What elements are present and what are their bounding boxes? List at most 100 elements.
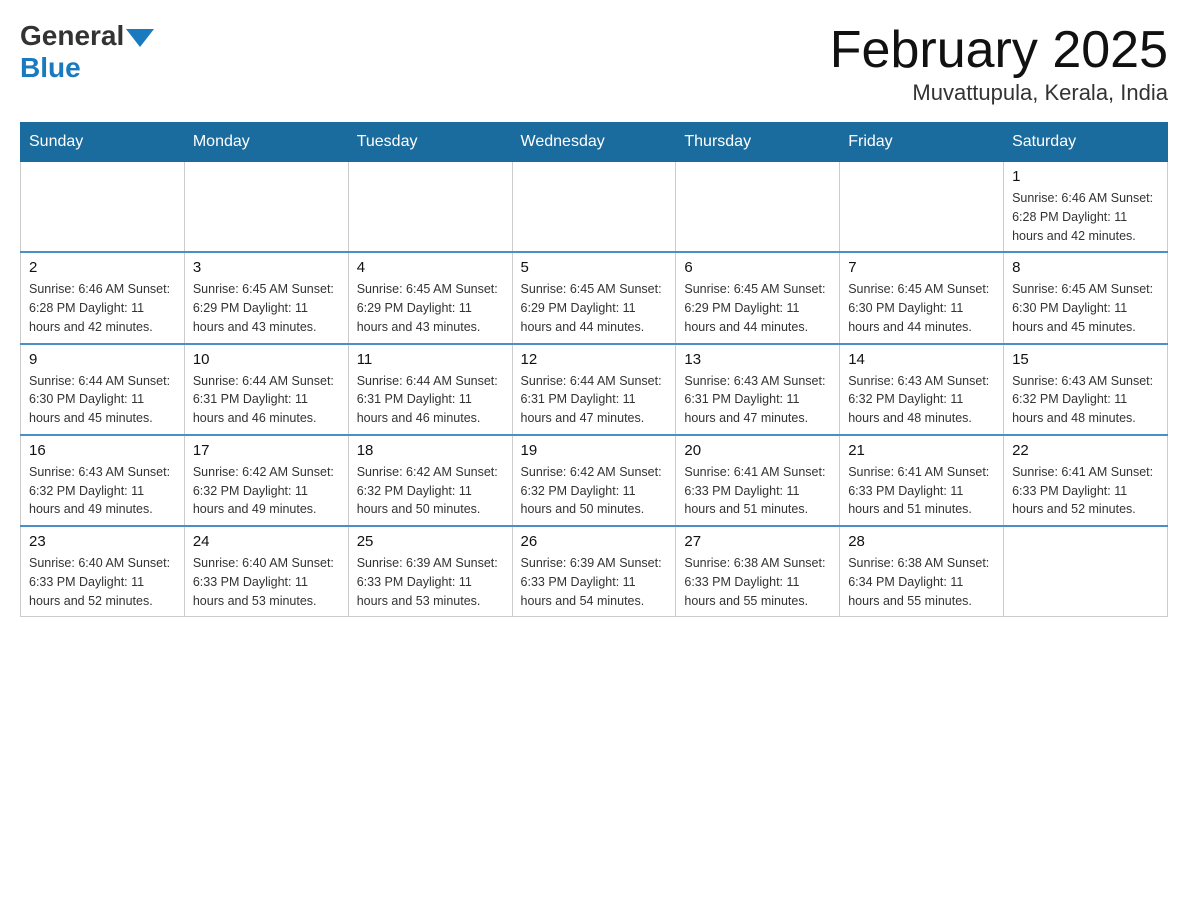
day-info: Sunrise: 6:45 AM Sunset: 6:30 PM Dayligh… <box>848 280 995 336</box>
calendar-header-row: SundayMondayTuesdayWednesdayThursdayFrid… <box>21 123 1168 162</box>
calendar-day-cell: 17Sunrise: 6:42 AM Sunset: 6:32 PM Dayli… <box>184 435 348 526</box>
day-info: Sunrise: 6:38 AM Sunset: 6:33 PM Dayligh… <box>684 554 831 610</box>
day-info: Sunrise: 6:45 AM Sunset: 6:29 PM Dayligh… <box>357 280 504 336</box>
day-header-sunday: Sunday <box>21 123 185 162</box>
calendar-day-cell: 9 Sunrise: 6:44 AM Sunset: 6:30 PM Daylig… <box>21 344 185 435</box>
day-number: 20 <box>684 442 831 459</box>
calendar-day-cell: 13 Sunrise: 6:43 AM Sunset: 6:31 PM Dayli… <box>676 344 840 435</box>
location-title: Muvattupula, Kerala, India <box>830 80 1168 106</box>
day-info: Sunrise: 6:44 AM Sunset: 6:30 PM Dayligh… <box>29 372 176 428</box>
day-info: Sunrise: 6:39 AM Sunset: 6:33 PM Dayligh… <box>357 554 504 610</box>
day-info: Sunrise: 6:42 AM Sunset: 6:32 PM Dayligh… <box>357 463 504 519</box>
day-number: 19 <box>521 442 668 459</box>
calendar-day-cell: 3 Sunrise: 6:45 AM Sunset: 6:29 PM Daylig… <box>184 252 348 343</box>
day-number: 1 <box>1012 168 1159 185</box>
calendar-day-cell: 18 Sunrise: 6:42 AM Sunset: 6:32 PM Dayli… <box>348 435 512 526</box>
calendar-day-cell <box>21 162 185 253</box>
calendar-day-cell <box>348 162 512 253</box>
day-number: 10 <box>193 351 340 368</box>
day-number: 5 <box>521 259 668 276</box>
calendar-day-cell: 21 Sunrise: 6:41 AM Sunset: 6:33 PM Dayli… <box>840 435 1004 526</box>
day-number: 8 <box>1012 259 1159 276</box>
day-number: 7 <box>848 259 995 276</box>
calendar-day-cell: 1Sunrise: 6:46 AM Sunset: 6:28 PM Daylig… <box>1004 162 1168 253</box>
calendar-day-cell <box>512 162 676 253</box>
calendar-day-cell: 26Sunrise: 6:39 AM Sunset: 6:33 PM Dayli… <box>512 526 676 617</box>
day-info: Sunrise: 6:45 AM Sunset: 6:30 PM Dayligh… <box>1012 280 1159 336</box>
page-header: General Blue February 2025 Muvattupula, … <box>20 20 1168 106</box>
day-info: Sunrise: 6:45 AM Sunset: 6:29 PM Dayligh… <box>193 280 340 336</box>
day-number: 28 <box>848 533 995 550</box>
day-number: 2 <box>29 259 176 276</box>
day-info: Sunrise: 6:41 AM Sunset: 6:33 PM Dayligh… <box>1012 463 1159 519</box>
calendar-day-cell: 15 Sunrise: 6:43 AM Sunset: 6:32 PM Dayli… <box>1004 344 1168 435</box>
day-header-tuesday: Tuesday <box>348 123 512 162</box>
calendar-day-cell: 22 Sunrise: 6:41 AM Sunset: 6:33 PM Dayli… <box>1004 435 1168 526</box>
calendar-day-cell: 7 Sunrise: 6:45 AM Sunset: 6:30 PM Daylig… <box>840 252 1004 343</box>
calendar-day-cell: 27 Sunrise: 6:38 AM Sunset: 6:33 PM Dayli… <box>676 526 840 617</box>
day-info: Sunrise: 6:43 AM Sunset: 6:32 PM Dayligh… <box>29 463 176 519</box>
calendar-day-cell: 19 Sunrise: 6:42 AM Sunset: 6:32 PM Dayli… <box>512 435 676 526</box>
day-info: Sunrise: 6:43 AM Sunset: 6:32 PM Dayligh… <box>848 372 995 428</box>
day-number: 27 <box>684 533 831 550</box>
day-number: 25 <box>357 533 504 550</box>
calendar-day-cell: 6 Sunrise: 6:45 AM Sunset: 6:29 PM Daylig… <box>676 252 840 343</box>
day-number: 15 <box>1012 351 1159 368</box>
day-number: 11 <box>357 351 504 368</box>
day-info: Sunrise: 6:42 AM Sunset: 6:32 PM Dayligh… <box>521 463 668 519</box>
day-number: 24 <box>193 533 340 550</box>
day-number: 3 <box>193 259 340 276</box>
day-info: Sunrise: 6:45 AM Sunset: 6:29 PM Dayligh… <box>684 280 831 336</box>
day-number: 4 <box>357 259 504 276</box>
title-section: February 2025 Muvattupula, Kerala, India <box>830 20 1168 106</box>
day-number: 9 <box>29 351 176 368</box>
logo-triangle-icon <box>126 29 154 47</box>
calendar-day-cell: 28 Sunrise: 6:38 AM Sunset: 6:34 PM Dayli… <box>840 526 1004 617</box>
calendar-week-row: 23Sunrise: 6:40 AM Sunset: 6:33 PM Dayli… <box>21 526 1168 617</box>
day-number: 12 <box>521 351 668 368</box>
day-info: Sunrise: 6:46 AM Sunset: 6:28 PM Dayligh… <box>29 280 176 336</box>
calendar-day-cell: 25 Sunrise: 6:39 AM Sunset: 6:33 PM Dayli… <box>348 526 512 617</box>
day-number: 22 <box>1012 442 1159 459</box>
calendar-day-cell: 20 Sunrise: 6:41 AM Sunset: 6:33 PM Dayli… <box>676 435 840 526</box>
calendar-day-cell: 10 Sunrise: 6:44 AM Sunset: 6:31 PM Dayli… <box>184 344 348 435</box>
day-number: 16 <box>29 442 176 459</box>
calendar-day-cell: 8 Sunrise: 6:45 AM Sunset: 6:30 PM Daylig… <box>1004 252 1168 343</box>
month-title: February 2025 <box>830 20 1168 80</box>
day-number: 6 <box>684 259 831 276</box>
calendar-day-cell: 23Sunrise: 6:40 AM Sunset: 6:33 PM Dayli… <box>21 526 185 617</box>
calendar-week-row: 9 Sunrise: 6:44 AM Sunset: 6:30 PM Daylig… <box>21 344 1168 435</box>
day-info: Sunrise: 6:40 AM Sunset: 6:33 PM Dayligh… <box>29 554 176 610</box>
day-info: Sunrise: 6:38 AM Sunset: 6:34 PM Dayligh… <box>848 554 995 610</box>
calendar-day-cell: 4 Sunrise: 6:45 AM Sunset: 6:29 PM Daylig… <box>348 252 512 343</box>
logo-blue-text: Blue <box>20 52 81 84</box>
logo: General Blue <box>20 20 156 84</box>
day-header-friday: Friday <box>840 123 1004 162</box>
day-info: Sunrise: 6:45 AM Sunset: 6:29 PM Dayligh… <box>521 280 668 336</box>
calendar-day-cell <box>840 162 1004 253</box>
day-info: Sunrise: 6:44 AM Sunset: 6:31 PM Dayligh… <box>357 372 504 428</box>
day-info: Sunrise: 6:40 AM Sunset: 6:33 PM Dayligh… <box>193 554 340 610</box>
day-info: Sunrise: 6:44 AM Sunset: 6:31 PM Dayligh… <box>193 372 340 428</box>
day-number: 26 <box>521 533 668 550</box>
day-number: 18 <box>357 442 504 459</box>
calendar-day-cell: 12 Sunrise: 6:44 AM Sunset: 6:31 PM Dayli… <box>512 344 676 435</box>
day-number: 14 <box>848 351 995 368</box>
day-number: 21 <box>848 442 995 459</box>
calendar-week-row: 1Sunrise: 6:46 AM Sunset: 6:28 PM Daylig… <box>21 162 1168 253</box>
day-info: Sunrise: 6:41 AM Sunset: 6:33 PM Dayligh… <box>684 463 831 519</box>
calendar-day-cell: 14 Sunrise: 6:43 AM Sunset: 6:32 PM Dayli… <box>840 344 1004 435</box>
day-header-monday: Monday <box>184 123 348 162</box>
calendar-day-cell <box>676 162 840 253</box>
day-info: Sunrise: 6:41 AM Sunset: 6:33 PM Dayligh… <box>848 463 995 519</box>
day-info: Sunrise: 6:43 AM Sunset: 6:31 PM Dayligh… <box>684 372 831 428</box>
day-info: Sunrise: 6:43 AM Sunset: 6:32 PM Dayligh… <box>1012 372 1159 428</box>
calendar-day-cell: 16 Sunrise: 6:43 AM Sunset: 6:32 PM Dayli… <box>21 435 185 526</box>
calendar-day-cell <box>184 162 348 253</box>
calendar-table: SundayMondayTuesdayWednesdayThursdayFrid… <box>20 122 1168 617</box>
day-number: 13 <box>684 351 831 368</box>
calendar-day-cell: 24 Sunrise: 6:40 AM Sunset: 6:33 PM Dayli… <box>184 526 348 617</box>
calendar-day-cell <box>1004 526 1168 617</box>
day-info: Sunrise: 6:44 AM Sunset: 6:31 PM Dayligh… <box>521 372 668 428</box>
day-header-wednesday: Wednesday <box>512 123 676 162</box>
